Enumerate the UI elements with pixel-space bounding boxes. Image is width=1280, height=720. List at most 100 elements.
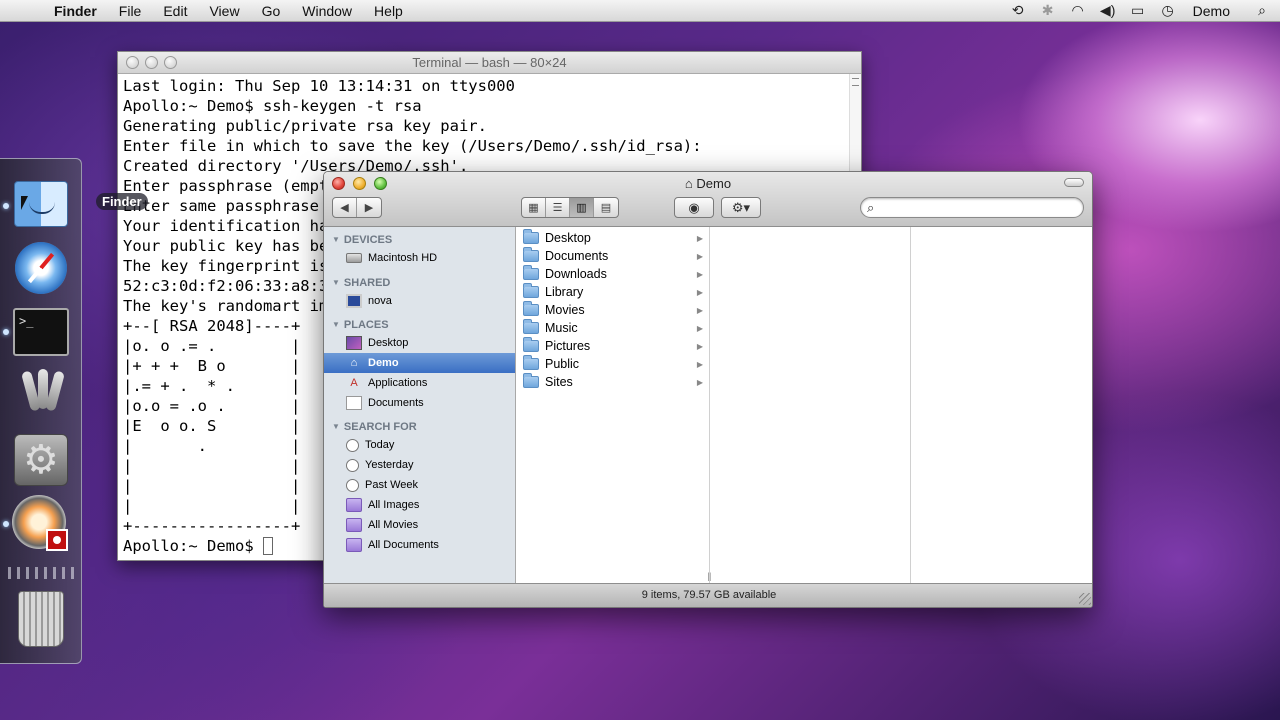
menu-file[interactable]: File xyxy=(108,3,153,19)
clock-icon xyxy=(346,438,359,452)
hard-drive-icon xyxy=(346,253,362,263)
list-view-button[interactable]: ☰ xyxy=(546,198,570,217)
sidebar-section-shared[interactable]: ▼ SHARED xyxy=(324,274,515,291)
resize-grip-icon[interactable] xyxy=(1079,593,1091,605)
menu-extras: ⟲ ✱ ◠ ◀) ▭ ◷ Demo ⌕ xyxy=(1003,0,1280,22)
browser-column-1[interactable]: Desktop ▶ Documents ▶ Downloads ▶ Library ▶ … xyxy=(517,227,712,585)
list-item[interactable]: Library ▶ xyxy=(517,283,709,301)
sidebar-item-documents[interactable]: Documents xyxy=(324,393,515,413)
list-item[interactable]: Public ▶ xyxy=(517,355,709,373)
list-item[interactable]: Sites ▶ xyxy=(517,373,709,391)
sidebar-item-macintosh-hd[interactable]: Macintosh HD xyxy=(324,248,515,268)
sidebar-section-devices[interactable]: ▼ DEVICES xyxy=(324,231,515,248)
finder-sidebar: ▼ DEVICES Macintosh HD ▼ SHARED nova ▼ PLAC… xyxy=(324,227,516,585)
prompt-line: Apollo:~ Demo$ xyxy=(123,537,263,555)
menu-edit[interactable]: Edit xyxy=(152,3,198,19)
wifi-icon[interactable]: ◠ xyxy=(1063,2,1093,19)
sidebar-item-demo[interactable]: ⌂ Demo xyxy=(324,353,515,373)
spotlight-icon[interactable]: ⌕ xyxy=(1244,2,1280,19)
keychain-icon[interactable] xyxy=(12,365,70,423)
clock-icon[interactable]: ◷ xyxy=(1153,2,1183,19)
list-item[interactable]: Desktop ▶ xyxy=(517,229,709,247)
list-item[interactable]: Music ▶ xyxy=(517,319,709,337)
running-indicator xyxy=(3,203,9,209)
sidebar-section-places[interactable]: ▼ PLACES xyxy=(324,316,515,333)
sidebar-section-search-for[interactable]: ▼ SEARCH FOR xyxy=(324,418,515,435)
time-machine-icon[interactable]: ⟲ xyxy=(1003,2,1033,19)
menu-view[interactable]: View xyxy=(198,3,250,19)
record-badge-icon xyxy=(46,529,68,551)
sidebar-item-nova[interactable]: nova xyxy=(324,291,515,311)
status-bar: 9 items, 79.57 GB available xyxy=(324,583,1092,607)
toolbar-toggle-button[interactable] xyxy=(1064,178,1084,187)
search-field[interactable]: ⌕ xyxy=(860,197,1084,218)
list-item[interactable]: Downloads ▶ xyxy=(517,265,709,283)
home-icon: ⌂ xyxy=(350,357,358,369)
menu-go[interactable]: Go xyxy=(251,3,292,19)
screen-recorder-icon[interactable] xyxy=(12,495,70,553)
finder-title: ⌂ Demo xyxy=(684,176,732,191)
folder-icon xyxy=(523,229,539,244)
disclosure-triangle-icon: ▼ xyxy=(332,422,340,431)
terminal-icon[interactable]: >_ xyxy=(12,303,70,361)
action-menu-button[interactable]: ⚙▾ xyxy=(721,197,761,218)
folder-icon xyxy=(523,247,539,262)
sidebar-item-past-week[interactable]: Past Week xyxy=(324,475,515,495)
monitor-icon xyxy=(346,294,362,308)
chevron-right-icon: ▶ xyxy=(696,305,703,315)
search-input[interactable] xyxy=(883,200,1073,215)
terminal-titlebar[interactable]: Terminal — bash — 80×24 xyxy=(118,52,861,74)
sidebar-item-yesterday[interactable]: Yesterday xyxy=(324,455,515,475)
menu-window[interactable]: Window xyxy=(291,3,363,19)
back-button[interactable]: ◀ xyxy=(333,198,357,217)
finder-window[interactable]: ⌂ Demo ◀ ▶ ▦ ☰ ▥ ▤ ◉ ⚙▾ ⌕ ▼ DEVICES Macin… xyxy=(323,171,1093,608)
user-menu[interactable]: Demo xyxy=(1183,3,1244,19)
documents-icon xyxy=(346,396,362,410)
dock-separator xyxy=(8,567,74,579)
eye-icon: ◉ xyxy=(688,199,700,215)
chevron-right-icon: ▶ xyxy=(696,377,703,387)
forward-button[interactable]: ▶ xyxy=(357,198,381,217)
chevron-right-icon: ▶ xyxy=(696,269,703,279)
desktop-icon xyxy=(346,336,362,350)
disclosure-triangle-icon: ▼ xyxy=(332,235,340,244)
icon-view-button[interactable]: ▦ xyxy=(522,198,546,217)
smart-folder-icon xyxy=(346,498,362,512)
column-view-button[interactable]: ▥ xyxy=(570,198,594,217)
sidebar-item-applications[interactable]: A Applications xyxy=(324,373,515,393)
chevron-right-icon: ▶ xyxy=(696,341,703,351)
mouse-pointer-icon xyxy=(21,196,35,210)
gear-icon: ⚙▾ xyxy=(731,199,751,215)
menu-app-name[interactable]: Finder xyxy=(44,3,108,19)
coverflow-view-button[interactable]: ▤ xyxy=(594,198,618,217)
sidebar-item-all-images[interactable]: All Images xyxy=(324,495,515,515)
folder-icon xyxy=(523,319,539,334)
list-item[interactable]: Documents ▶ xyxy=(517,247,709,265)
menu-help[interactable]: Help xyxy=(363,3,414,19)
folder-icon xyxy=(523,283,539,298)
smart-folder-icon xyxy=(346,538,362,552)
home-icon: ⌂ xyxy=(684,176,693,191)
safari-icon[interactable] xyxy=(12,239,70,297)
battery-icon[interactable]: ▭ xyxy=(1123,2,1153,19)
volume-icon[interactable]: ◀) xyxy=(1093,2,1123,19)
dock: >_ xyxy=(0,158,82,664)
clock-icon xyxy=(346,478,359,492)
quick-look-button[interactable]: ◉ xyxy=(674,197,714,218)
list-item[interactable]: Movies ▶ xyxy=(517,301,709,319)
view-mode-buttons: ▦ ☰ ▥ ▤ xyxy=(521,197,619,218)
running-indicator xyxy=(3,329,9,335)
sidebar-item-desktop[interactable]: Desktop xyxy=(324,333,515,353)
sidebar-item-all-documents[interactable]: All Documents xyxy=(324,535,515,555)
browser-column-3[interactable] xyxy=(912,227,1092,585)
bluetooth-icon[interactable]: ✱ xyxy=(1033,2,1063,19)
chevron-right-icon: ▶ xyxy=(696,287,703,297)
sidebar-item-all-movies[interactable]: All Movies xyxy=(324,515,515,535)
sidebar-item-today[interactable]: Today xyxy=(324,435,515,455)
system-preferences-icon[interactable] xyxy=(12,431,70,489)
trash-icon[interactable] xyxy=(12,589,70,647)
browser-column-2[interactable] xyxy=(711,227,911,585)
list-item[interactable]: Pictures ▶ xyxy=(517,337,709,355)
chevron-right-icon: ▶ xyxy=(696,233,703,243)
folder-icon xyxy=(523,373,539,388)
